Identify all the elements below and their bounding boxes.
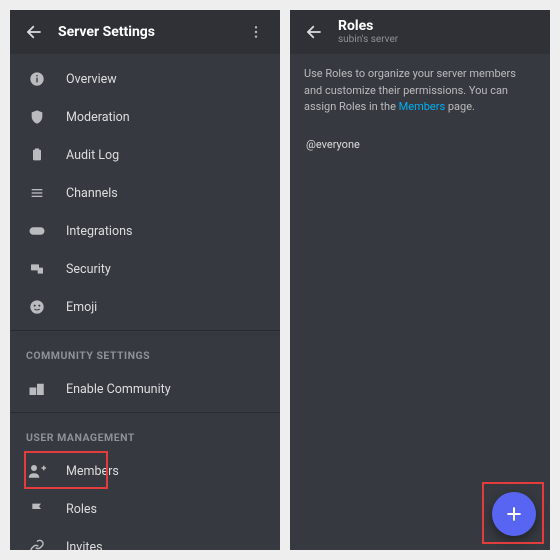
nav-item-overview[interactable]: Overview xyxy=(10,60,280,98)
nav-item-members[interactable]: Members xyxy=(10,452,280,490)
role-everyone-label: @everyone xyxy=(306,138,360,151)
nav-item-label: Emoji xyxy=(66,300,97,315)
roles-header: Roles subin's server xyxy=(290,10,550,54)
security-icon xyxy=(26,258,48,280)
nav-item-audit-log[interactable]: Audit Log xyxy=(10,136,280,174)
nav-item-label: Moderation xyxy=(66,110,130,125)
link-icon xyxy=(26,536,48,550)
add-role-fab[interactable] xyxy=(492,492,536,536)
server-settings-header: Server Settings xyxy=(10,10,280,54)
info-icon xyxy=(26,68,48,90)
channels-icon xyxy=(26,182,48,204)
role-everyone[interactable]: @everyone xyxy=(290,132,550,157)
flag-icon xyxy=(26,498,48,520)
nav-item-label: Overview xyxy=(66,72,117,87)
nav-item-label: Invites xyxy=(66,540,103,551)
roles-description: Use Roles to organize your server member… xyxy=(290,54,550,132)
roles-subtitle: subin's server xyxy=(338,34,398,45)
back-arrow-icon[interactable] xyxy=(22,20,46,44)
nav-item-channels[interactable]: Channels xyxy=(10,174,280,212)
clipboard-icon xyxy=(26,144,48,166)
nav-item-enable-community[interactable]: Enable Community xyxy=(10,370,280,408)
nav-item-integrations[interactable]: Integrations xyxy=(10,212,280,250)
emoji-icon xyxy=(26,296,48,318)
nav-item-label: Enable Community xyxy=(66,382,171,397)
members-icon xyxy=(26,460,48,482)
gamepad-icon xyxy=(26,220,48,242)
roles-desc-text-b: page. xyxy=(445,100,475,113)
section-user-management: USER MANAGEMENT xyxy=(10,417,280,452)
nav-item-security[interactable]: Security xyxy=(10,250,280,288)
nav-item-label: Audit Log xyxy=(66,148,119,163)
roles-panel: Roles subin's server Use Roles to organi… xyxy=(290,10,550,550)
nav-item-label: Security xyxy=(66,262,111,277)
back-arrow-icon[interactable] xyxy=(302,20,326,44)
divider xyxy=(10,330,280,331)
roles-title: Roles xyxy=(338,19,398,34)
nav-item-label: Members xyxy=(66,464,119,479)
community-icon xyxy=(26,378,48,400)
nav-item-roles[interactable]: Roles xyxy=(10,490,280,528)
members-link[interactable]: Members xyxy=(399,100,446,113)
server-settings-panel: Server Settings Overview Moderation xyxy=(10,10,280,550)
more-vertical-icon[interactable] xyxy=(244,20,268,44)
section-community-settings: COMMUNITY SETTINGS xyxy=(10,335,280,370)
nav-item-emoji[interactable]: Emoji xyxy=(10,288,280,326)
shield-icon xyxy=(26,106,48,128)
nav-item-label: Integrations xyxy=(66,224,132,239)
server-settings-title: Server Settings xyxy=(58,24,244,40)
nav-item-label: Roles xyxy=(66,502,97,517)
divider xyxy=(10,412,280,413)
nav-item-label: Channels xyxy=(66,186,118,201)
nav-item-moderation[interactable]: Moderation xyxy=(10,98,280,136)
nav-item-invites[interactable]: Invites xyxy=(10,528,280,550)
settings-list: Overview Moderation Audit Log Channels xyxy=(10,54,280,550)
